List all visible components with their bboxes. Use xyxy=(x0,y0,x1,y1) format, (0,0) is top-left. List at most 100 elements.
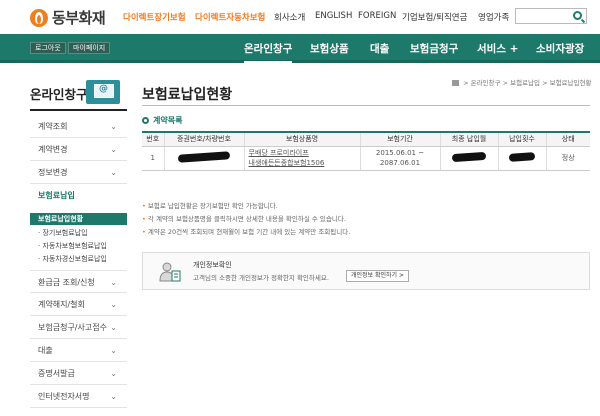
section-title: 계약목록 xyxy=(142,115,182,126)
flame-logo-icon xyxy=(30,8,48,27)
lnb-sub-long-term-payment[interactable]: · 장기보험료납입 xyxy=(38,228,88,238)
privacy-check-button[interactable]: 개인정보 확인하기 > xyxy=(346,270,410,282)
link-agents[interactable]: 영업가족 xyxy=(478,11,509,23)
redacted-block xyxy=(177,150,231,163)
nav-loans[interactable]: 대출 xyxy=(370,41,389,56)
lnb-item-label: 정보변경 xyxy=(38,168,68,177)
home-icon[interactable] xyxy=(452,80,459,86)
chevron-down-icon: ⌄ xyxy=(110,392,117,401)
cell-no: 1 xyxy=(142,146,164,171)
cell-last-month xyxy=(439,146,498,171)
notice-item: 계약은 20건씩 조회되며 현재월이 보험 기간 내에 있는 계약만 조회됩니다… xyxy=(142,226,350,239)
col-pay-count: 납입횟수 xyxy=(497,131,546,147)
mypage-button[interactable]: 마이페이지 xyxy=(68,42,111,54)
logo[interactable]: 동부화재 xyxy=(30,7,106,28)
cell-pay-count xyxy=(497,146,546,171)
col-period: 보험기간 xyxy=(359,131,440,147)
lnb-sub-payment-status[interactable]: 보험료납입현황 xyxy=(30,213,127,225)
nav-services[interactable]: 서비스 + xyxy=(477,41,518,56)
lnb-item-label: 인터넷전자서명 xyxy=(38,392,90,401)
lnb-item-label: 보험료납입 xyxy=(38,191,75,200)
chevron-down-icon: ⌄ xyxy=(110,369,117,378)
lnb-item-certificates[interactable]: 증명서발급 ⌄ xyxy=(30,362,127,385)
redacted-block xyxy=(451,151,487,162)
breadcrumb-item[interactable]: 온라인창구 xyxy=(471,79,501,87)
lnb-item-contract-change[interactable]: 계약변경 ⌄ xyxy=(30,138,127,161)
lnb-sub-label: 자동차보험보험료납입 xyxy=(42,242,107,250)
lnb-sub-auto-payment[interactable]: · 자동차보험보험료납입 xyxy=(38,241,107,251)
nav-online-window[interactable]: 온라인창구 xyxy=(244,41,293,63)
table-header-row: 번호 증권번호/차량번호 보험상품명 보험기간 최종 납입월 납입횟수 상태 xyxy=(142,131,590,147)
lnb-sub-auto-renewal-payment[interactable]: · 자동차경신보험료납입 xyxy=(38,254,107,264)
lnb-item-label: 증명서발급 xyxy=(38,369,75,378)
link-direct-auto[interactable]: 다이렉트자동차보험 xyxy=(195,11,265,23)
lnb-item-info-change[interactable]: 정보변경 ⌄ xyxy=(30,161,127,184)
lnb-title: 온라인창구 xyxy=(30,87,88,102)
chevron-down-icon: ⌄ xyxy=(110,278,117,287)
chevron-down-icon: ⌄ xyxy=(110,323,117,332)
top-bar: 동부화재 다이렉트장기보험 다이렉트자동차보험 회사소개 ENGLISH FOR… xyxy=(0,0,600,34)
cell-period: 2015.06.01 ~ 2087.06.01 xyxy=(359,146,440,171)
nav-claims[interactable]: 보험금청구 xyxy=(410,41,458,56)
lnb-item-label: 대출 xyxy=(38,346,53,355)
lnb-item-label: 환급금 조회/신청 xyxy=(38,278,95,287)
nav-consumer-plaza[interactable]: 소비자광장 xyxy=(536,41,584,56)
breadcrumb-item[interactable]: 보험료납입 xyxy=(510,79,540,87)
lnb-item-label: 계약변경 xyxy=(38,145,68,154)
col-policy-no: 증권번호/차량번호 xyxy=(163,131,244,147)
breadcrumb: > 온라인창구 > 보험료납입 > 보험료납입현황 xyxy=(452,77,591,87)
col-last-month: 최종 납입월 xyxy=(439,131,498,147)
lnb-item-premium-payment[interactable]: 보험료납입 xyxy=(30,184,127,207)
link-english[interactable]: ENGLISH xyxy=(315,11,352,21)
cell-status: 정상 xyxy=(545,146,590,171)
link-company[interactable]: 회사소개 xyxy=(274,11,305,23)
lnb-item-label: 계약해지/철회 xyxy=(38,300,85,309)
privacy-description: 고객님의 소중한 개인정보가 정확한지 확인하세요. xyxy=(193,274,329,282)
chevron-down-icon: ⌄ xyxy=(110,300,117,309)
section-title-text: 계약목록 xyxy=(153,116,183,125)
lnb-sub-label: 장기보험료납입 xyxy=(42,229,88,237)
product-link[interactable]: 무배당 프로미라이프 내생애든든종합보험1506 xyxy=(243,146,360,171)
lnb-item-refund[interactable]: 환급금 조회/신청 ⌄ xyxy=(30,270,127,293)
period-start: 2015.06.01 ~ xyxy=(375,149,425,157)
lnb-item-contract-inquiry[interactable]: 계약조회 ⌄ xyxy=(30,115,127,138)
chevron-down-icon: ⌄ xyxy=(110,145,117,154)
chevron-down-icon: ⌄ xyxy=(110,346,117,355)
notice-list: 보험료 납입현황은 장기보험만 확인 가능합니다. 각 계약의 보험상품명을 클… xyxy=(142,200,350,239)
redacted-block xyxy=(508,151,536,162)
main-nav: 로그아웃 마이페이지 온라인창구 보험상품 대출 보험금청구 서비스 + 소비자… xyxy=(0,34,600,63)
product-name-line2: 내생애든든종합보험1506 xyxy=(248,159,325,167)
contract-table: 번호 증권번호/차량번호 보험상품명 보험기간 최종 납입월 납입횟수 상태 1… xyxy=(142,131,590,171)
lnb-item-label: 계약조회 xyxy=(38,122,68,131)
link-foreign[interactable]: FOREIGN xyxy=(358,11,396,21)
link-corporate[interactable]: 기업보험/퇴직연금 xyxy=(402,11,467,23)
title-divider xyxy=(142,105,590,106)
notice-item: 보험료 납입현황은 장기보험만 확인 가능합니다. xyxy=(142,200,350,213)
col-product: 보험상품명 xyxy=(243,131,360,147)
lnb-item-loans[interactable]: 대출 ⌄ xyxy=(30,339,127,362)
chevron-down-icon: ⌄ xyxy=(110,122,117,131)
privacy-title: 개인정보확인 xyxy=(193,261,232,269)
search-input[interactable] xyxy=(515,8,587,24)
lnb-item-claims[interactable]: 보험금청구/사고접수 ⌄ xyxy=(30,316,127,339)
table-row: 1 무배당 프로미라이프 내생애든든종합보험1506 2015.06.01 ~ … xyxy=(142,146,590,171)
period-end: 2087.06.01 xyxy=(379,159,421,167)
breadcrumb-current: 보험료납입현황 xyxy=(549,79,592,87)
product-name-line1: 무배당 프로미라이프 xyxy=(248,149,309,157)
lnb-item-termination[interactable]: 계약해지/철회 ⌄ xyxy=(30,293,127,316)
link-direct-long-term[interactable]: 다이렉트장기보험 xyxy=(123,11,186,23)
search-icon[interactable] xyxy=(573,11,582,20)
notice-item: 각 계약의 보험상품명을 클릭하시면 상세한 내용을 확인하실 수 있습니다. xyxy=(142,213,350,226)
chevron-down-icon: ⌄ xyxy=(110,168,117,177)
privacy-check-box: 개인정보확인 고객님의 소중한 개인정보가 정확한지 확인하세요. 개인정보 확… xyxy=(142,252,590,290)
online-window-icon xyxy=(86,80,120,104)
lnb-item-e-signature[interactable]: 인터넷전자서명 ⌄ xyxy=(30,385,127,408)
bullet-icon xyxy=(142,117,149,124)
col-status: 상태 xyxy=(545,131,590,147)
logout-button[interactable]: 로그아웃 xyxy=(30,42,66,54)
lnb-item-label: 보험금청구/사고접수 xyxy=(38,323,107,332)
col-no: 번호 xyxy=(142,131,164,147)
lnb-sub-label: 자동차경신보험료납입 xyxy=(42,255,107,263)
nav-products[interactable]: 보험상품 xyxy=(310,41,349,56)
person-document-icon xyxy=(159,262,181,282)
